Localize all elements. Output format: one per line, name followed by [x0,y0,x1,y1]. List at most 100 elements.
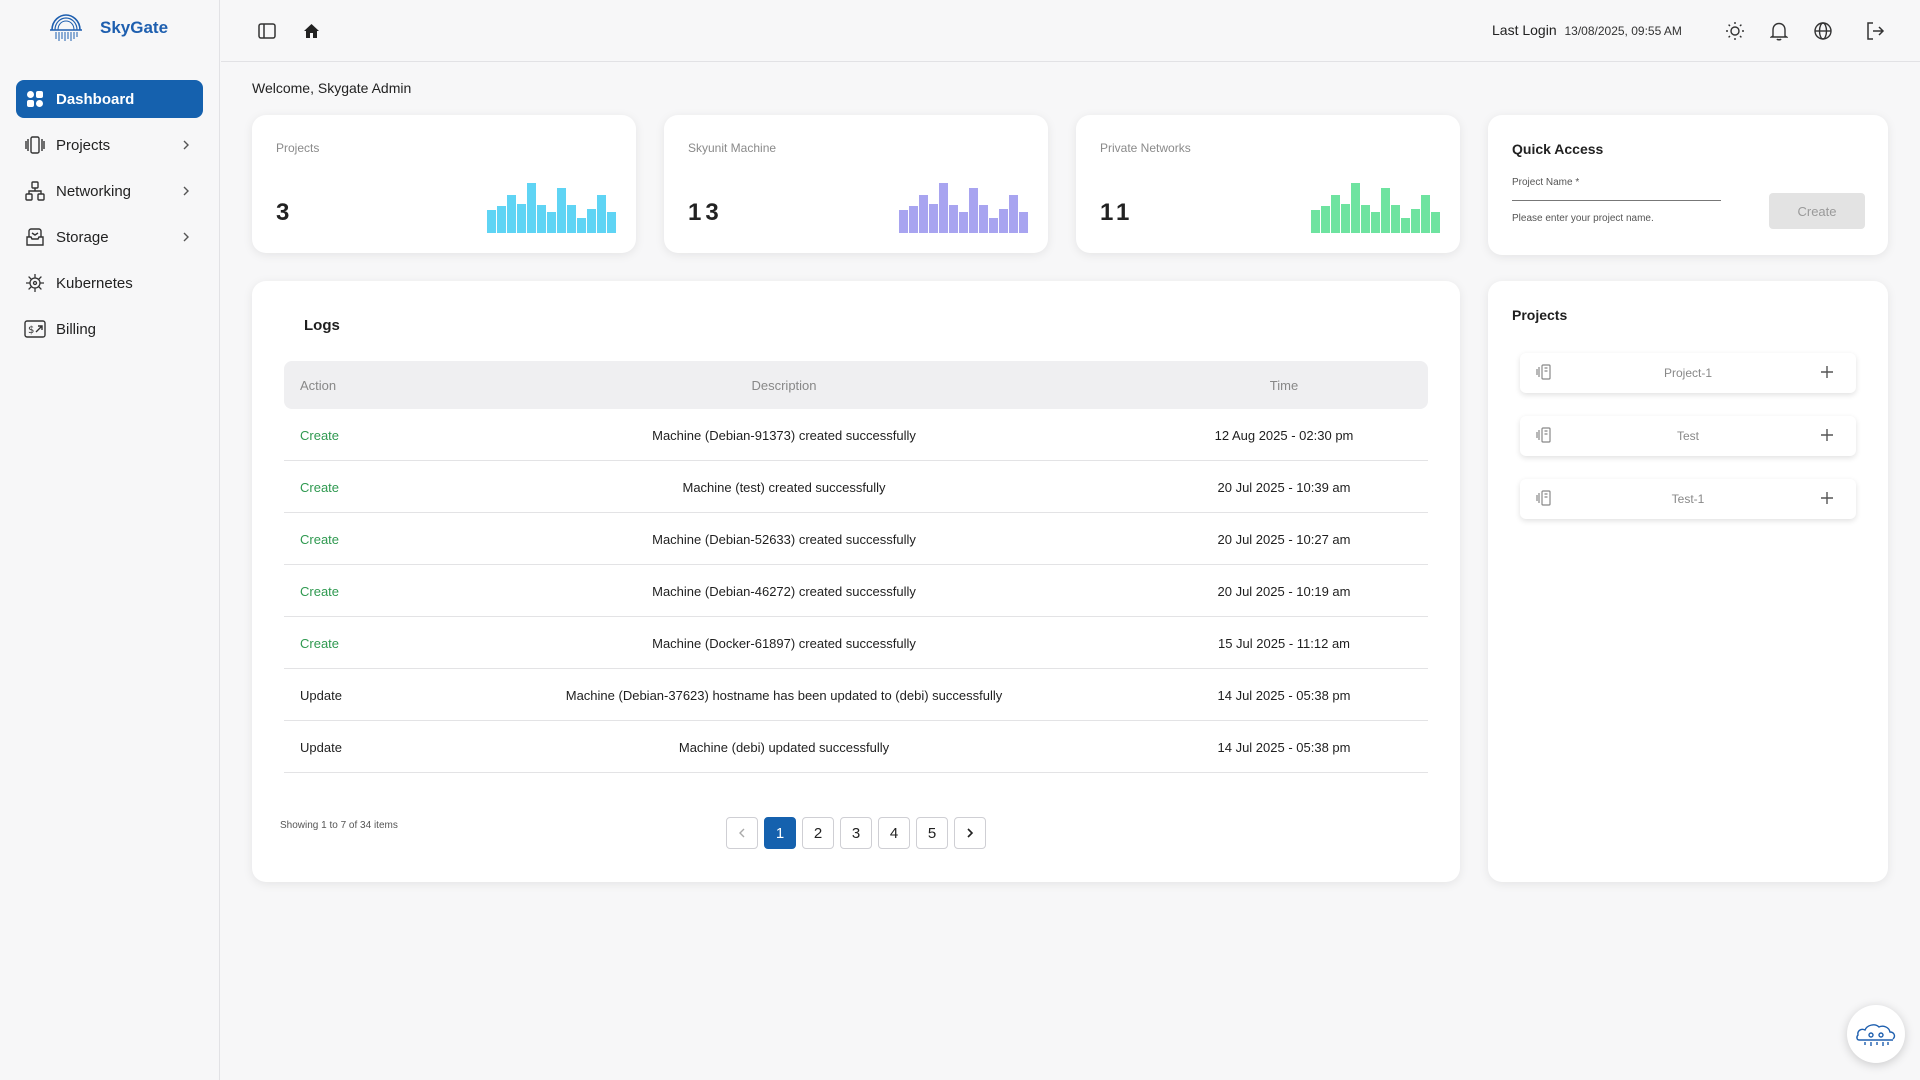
plus-icon[interactable] [1818,363,1836,381]
project-name-helper: Please enter your project name. [1512,213,1654,224]
bell-icon[interactable] [1768,20,1790,42]
bar [537,205,546,233]
log-time: 20 Jul 2025 - 10:19 am [1217,584,1351,599]
logout-icon[interactable] [1864,20,1886,42]
sidebar-item-networking[interactable]: Networking [16,172,203,210]
top-bar: Last Login 13/08/2025, 09:55 AM [221,0,1920,62]
sidebar-item-storage[interactable]: Storage [16,218,203,256]
bar [1019,212,1028,233]
sidebar-item-kubernetes[interactable]: Kubernetes [16,264,203,302]
log-description: Machine (debi) updated successfully [678,740,890,755]
stat-card-skyunit-machine[interactable]: Skyunit Machine 13 [664,115,1048,253]
bar [1331,195,1340,233]
bar [607,212,616,233]
chevron-right-icon [183,232,189,242]
projects-panel: Projects Project-1 Test Test-1 [1488,281,1888,882]
quick-access-title: Quick Access [1512,141,1604,157]
sidebar-toggle-icon[interactable] [256,20,278,42]
stat-card-private-networks[interactable]: Private Networks 11 [1076,115,1460,253]
create-project-button[interactable]: Create [1769,193,1865,229]
bar [1431,212,1440,233]
project-name: Test [1676,429,1699,443]
sidebar-item-projects[interactable]: Projects [16,126,203,164]
bar [1351,183,1360,233]
stat-title: Projects [276,141,320,155]
chevron-right-icon [183,186,189,196]
stat-card-projects[interactable]: Projects 3 [252,115,636,253]
column-header-time: Time [1269,378,1299,393]
bar [557,188,566,233]
plus-icon[interactable] [1818,426,1836,444]
log-time: 12 Aug 2025 - 02:30 pm [1214,428,1354,443]
home-icon[interactable] [300,20,322,42]
plus-icon[interactable] [1818,489,1836,507]
sidebar-item-label: Networking [56,182,132,200]
bar [1421,195,1430,233]
table-row: Create Machine (Debian-91373) created su… [284,409,1428,461]
page-button-3[interactable]: 3 [840,817,872,849]
billing-icon: $ [24,318,46,340]
sun-icon[interactable] [1724,20,1746,42]
bar [1361,205,1370,233]
project-item[interactable]: Test [1520,416,1856,456]
bar [597,195,606,233]
sparkline-bars [899,183,1028,233]
bar [487,210,496,233]
sidebar-item-billing[interactable]: $ Billing [16,310,203,348]
table-row: Update Machine (Debian-37623) hostname h… [284,669,1428,721]
networking-icon [24,180,46,202]
log-description: Machine (Docker-61897) created successfu… [652,636,916,651]
brand-logo[interactable]: SkyGate [46,12,168,44]
bar [507,195,516,233]
sidebar-item-label: Storage [56,228,109,246]
storage-icon [24,226,46,248]
sparkline-bars [487,183,616,233]
next-page-button[interactable] [954,817,986,849]
globe-icon[interactable] [1812,20,1834,42]
logs-title: Logs [304,317,340,334]
stat-value: 13 [688,199,723,226]
bar [1401,218,1410,233]
sidebar-item-dashboard[interactable]: Dashboard [16,80,203,118]
pagination: 1 2 3 4 5 [726,817,986,849]
log-description: Machine (Debian-91373) created successfu… [652,428,916,443]
page-button-5[interactable]: 5 [916,817,948,849]
page-button-4[interactable]: 4 [878,817,910,849]
bar [577,218,586,233]
log-description: Machine (test) created successfully [682,480,886,495]
sidebar: SkyGate Dashboard Projects Networking St… [0,0,220,1080]
bar [999,209,1008,233]
stat-title: Skyunit Machine [688,141,777,155]
chevron-right-icon [183,140,189,150]
log-action: Create [300,480,340,495]
project-name-input[interactable] [1512,191,1721,201]
column-header-description: Description [751,378,817,393]
sidebar-item-label: Kubernetes [56,274,133,292]
log-time: 14 Jul 2025 - 05:38 pm [1217,740,1351,755]
dashboard-icon [24,88,46,110]
log-description: Machine (Debian-37623) hostname has been… [565,688,1003,703]
bar [497,206,506,233]
log-description: Machine (Debian-46272) created successfu… [652,584,916,599]
sidebar-nav: Dashboard Projects Networking Storage Ku… [16,80,203,356]
project-item[interactable]: Project-1 [1520,353,1856,393]
project-item[interactable]: Test-1 [1520,479,1856,519]
prev-page-button[interactable] [726,817,758,849]
bar [547,212,556,233]
quick-access-card: Quick Access Project Name * Please enter… [1488,115,1888,255]
column-header-action: Action [300,378,337,393]
projects-panel-title: Projects [1512,307,1568,323]
page-button-2[interactable]: 2 [802,817,834,849]
page-button-1[interactable]: 1 [764,817,796,849]
bar [1391,205,1400,233]
bar [969,188,978,233]
assistant-chat-button[interactable] [1847,1005,1905,1063]
bar [1371,212,1380,233]
logs-table-header: Action Description Time [284,361,1428,409]
skygate-assistant-icon [1856,1024,1896,1046]
log-action: Update [300,688,342,703]
bar [567,205,576,233]
chevron-left-icon [739,828,745,838]
log-action: Create [300,532,340,547]
table-row: Create Machine (Debian-46272) created su… [284,565,1428,617]
